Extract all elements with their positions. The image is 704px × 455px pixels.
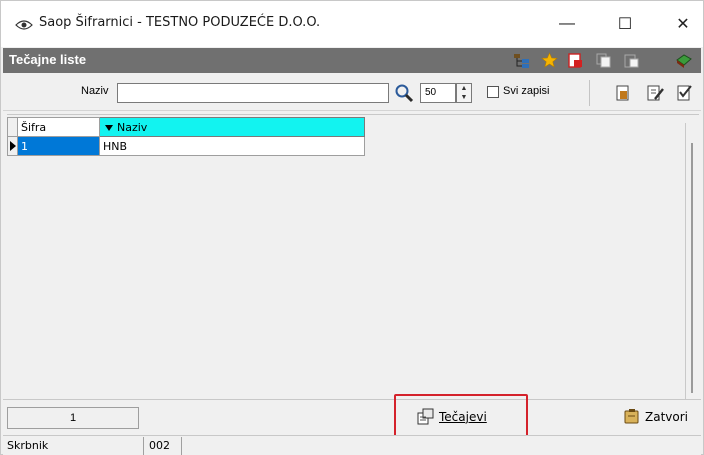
edit-check-icon[interactable] — [675, 83, 695, 103]
minimize-button[interactable]: — — [545, 9, 589, 39]
status-bar: Skrbnik 002 — [3, 435, 701, 455]
record-limit-spinner[interactable]: ▲ ▼ — [456, 83, 472, 103]
sifrarnici-window: Saop Šifrarnici - TESTNO PODUZEĆE D.O.O.… — [0, 0, 704, 455]
status-user: Skrbnik — [7, 439, 49, 452]
data-grid: Šifra Naziv 1 HNB — [7, 114, 699, 400]
status-code: 002 — [149, 439, 170, 452]
new-record-icon[interactable] — [613, 83, 633, 103]
bottom-bar: 1 Tečajevi Zatvori — [3, 399, 701, 435]
vertical-scrollbar[interactable] — [685, 123, 699, 400]
tecajevi-highlight-box — [394, 394, 528, 437]
column-header-sifra-label: Šifra — [21, 120, 47, 134]
current-row-pointer-icon — [7, 136, 18, 156]
column-header-sifra[interactable]: Šifra — [17, 117, 100, 137]
naziv-label: Naziv — [81, 85, 109, 97]
column-header-naziv-label: Naziv — [117, 120, 148, 134]
delete-red-icon[interactable] — [567, 52, 584, 69]
search-icon[interactable] — [394, 83, 414, 103]
close-window-button[interactable]: ✕ — [661, 9, 704, 39]
grid-table: Šifra Naziv 1 HNB — [7, 117, 365, 156]
book-icon[interactable] — [675, 52, 692, 69]
spin-up-icon[interactable]: ▲ — [457, 84, 471, 93]
filter-toolbar: Naziv 50 ▲ ▼ Svi zapisi — [3, 74, 701, 111]
window-title: Saop Šifrarnici - TESTNO PODUZEĆE D.O.O. — [39, 15, 321, 30]
column-header-naziv[interactable]: Naziv — [99, 117, 365, 137]
toolbar-separator — [589, 80, 590, 106]
spin-down-icon[interactable]: ▼ — [457, 93, 471, 102]
cell-naziv[interactable]: HNB — [99, 136, 365, 156]
app-eye-icon — [15, 20, 33, 30]
naziv-search-input[interactable] — [117, 83, 389, 103]
record-counter: 1 — [7, 407, 139, 429]
form-header: Tečajne liste — [3, 48, 701, 73]
sort-desc-icon — [105, 124, 113, 131]
table-row[interactable]: 1 HNB — [7, 136, 365, 156]
status-separator — [143, 437, 144, 455]
zatvori-button[interactable]: Zatvori — [623, 404, 688, 430]
record-limit-input[interactable]: 50 — [420, 83, 456, 103]
row-indicator-header — [7, 117, 18, 137]
zatvori-button-label: Zatvori — [645, 410, 688, 424]
grid-header-row: Šifra Naziv — [7, 117, 365, 137]
tree-icon[interactable] — [513, 52, 530, 69]
form-title: Tečajne liste — [9, 52, 87, 67]
edit-record-icon[interactable] — [645, 83, 665, 103]
copy-icon[interactable] — [595, 52, 612, 69]
cell-sifra[interactable]: 1 — [17, 136, 100, 156]
favorite-star-icon[interactable] — [541, 52, 558, 69]
all-records-checkbox[interactable] — [487, 86, 499, 98]
maximize-button[interactable]: ☐ — [603, 9, 647, 39]
paste-icon[interactable] — [623, 52, 640, 69]
title-bar: Saop Šifrarnici - TESTNO PODUZEĆE D.O.O.… — [1, 1, 703, 47]
all-records-label: Svi zapisi — [503, 85, 550, 97]
close-door-icon — [624, 409, 639, 424]
status-separator — [181, 437, 182, 455]
